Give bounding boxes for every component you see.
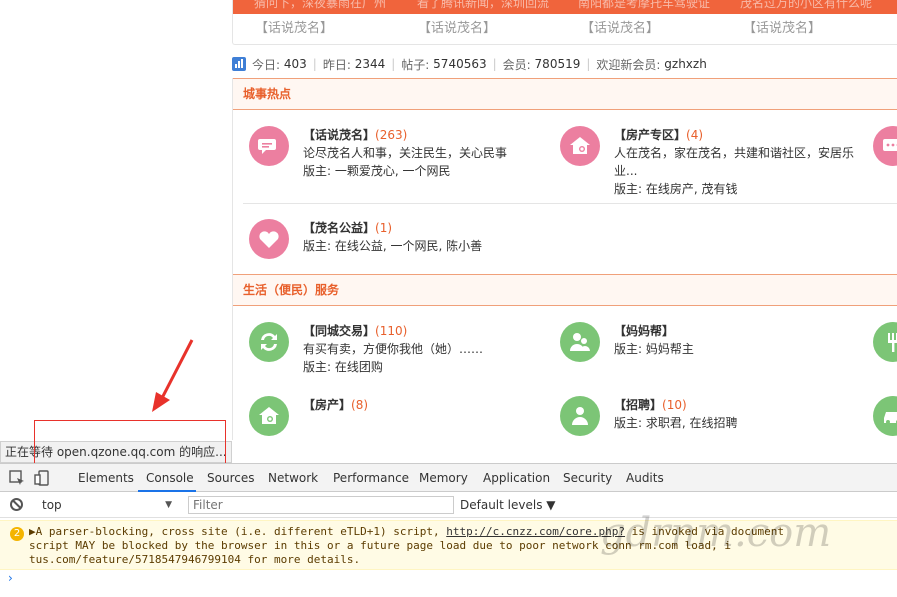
tab-security[interactable]: Security [563,471,612,485]
forum-count: (4) [686,128,704,142]
forum-name[interactable]: 【房产专区】 [614,128,686,142]
clear-console-icon[interactable] [10,498,23,511]
forum-stats: 今日: 403 | 昨日: 2344 | 帖子: 5740563 | 会员: 7… [232,56,707,72]
annotation-arrow-icon [152,339,194,412]
forum-desc: 论尽茂名人和事，关注民生，关心民事 [303,146,508,160]
tab-console[interactable]: Console [146,471,194,485]
forum-count: (1) [375,221,393,235]
newest-member-link[interactable]: gzhxzh [664,57,707,71]
section-city-hot: 城事热点 【话说茂名】(263) 论尽茂名人和事，关注民生，关心民事 版主: 一… [232,78,897,274]
tab-network[interactable]: Network [268,471,318,485]
section-life-service: 生活（便民）服务 【同城交易】(110) 有买有卖，方便你我他（她）…… 版主:… [232,274,897,440]
forum-moderators[interactable]: 版主: 妈妈帮主 [614,342,694,356]
forum-desc: 有买有卖，方便你我他（她）…… [303,342,484,356]
posts-count: 5740563 [433,57,487,71]
forum-name[interactable]: 【同城交易】 [303,324,375,338]
forum-name[interactable]: 【茂名公益】 [303,221,375,235]
yesterday-count: 2344 [354,57,386,71]
person-icon[interactable] [560,396,600,436]
posts-label: 帖子: [401,57,430,72]
house-search-icon[interactable] [249,396,289,436]
row-divider [243,203,897,204]
forum-count: (10) [662,398,687,412]
forum-count: (8) [351,398,369,412]
warning-link[interactable]: http://c.cnzz.com/core.php? [446,525,625,538]
forum-moderators[interactable]: 版主: 在线团购 [303,360,383,374]
console-filter-input[interactable] [188,496,454,514]
section-title[interactable]: 生活（便民）服务 [233,274,897,306]
thread-list-box: 【话说茂名】 【话说茂名】 【话说茂名】 【话说茂名】 [232,0,897,45]
forum-name[interactable]: 【妈妈帮】 [614,324,674,338]
log-levels-dropdown[interactable]: Default levels ▼ [460,496,556,514]
chat-more-icon[interactable] [873,126,897,166]
forum-moderators[interactable]: 版主: 在线房产, 茂有钱 [614,182,738,196]
forum-count: (110) [375,324,408,338]
tab-sources[interactable]: Sources [207,471,254,485]
tab-elements[interactable]: Elements [78,471,134,485]
device-toolbar-icon[interactable] [34,470,50,486]
bar-chart-icon [232,57,246,71]
context-value: top [42,498,62,512]
house-icon[interactable] [560,126,600,166]
heart-icon[interactable] [249,219,289,259]
warning-line[interactable]: ▶A parser-blocking, cross site (i.e. dif… [29,525,446,538]
forum-name[interactable]: 【招聘】 [614,398,662,412]
today-count: 403 [283,57,307,71]
forum-moderators[interactable]: 版主: 在线公益, 一个网民, 陈小善 [303,239,482,253]
today-label: 今日: [252,57,281,72]
chat-bubble-icon[interactable] [249,126,289,166]
tab-audits[interactable]: Audits [626,471,664,485]
tab-application[interactable]: Application [483,471,550,485]
caret-down-icon: ▼ [165,500,172,510]
warning-count-badge: 2 [10,527,24,541]
fork-icon[interactable] [873,322,897,362]
context-selector[interactable]: top ▼ [36,496,176,514]
yesterday-label: 昨日: [322,57,351,72]
forum-count: (263) [375,128,408,142]
tab-performance[interactable]: Performance [333,471,409,485]
car-icon[interactable] [873,396,897,436]
topic-tag[interactable]: 【话说茂名】 [581,17,659,36]
members-count: 780519 [534,57,581,71]
members-label: 会员: [502,57,531,72]
inspect-element-icon[interactable] [9,470,25,486]
exchange-icon[interactable] [249,322,289,362]
warning-line: script MAY be blocked by the browser in … [29,539,632,552]
console-prompt[interactable]: › [8,571,13,585]
forum-moderators[interactable]: 版主: 一颗爱茂心, 一个网民 [303,164,451,178]
forum-moderators[interactable]: 版主: 求职君, 在线招聘 [614,416,738,430]
mother-child-icon[interactable] [560,322,600,362]
topic-tag[interactable]: 【话说茂名】 [743,17,821,36]
warning-line: tus.com/feature/5718547946799104 for mor… [29,553,361,566]
tab-memory[interactable]: Memory [419,471,468,485]
topic-tag[interactable]: 【话说茂名】 [418,17,496,36]
section-title[interactable]: 城事热点 [233,78,897,110]
topic-tag[interactable]: 【话说茂名】 [255,17,333,36]
welcome-label: 欢迎新会员: [596,57,661,72]
devtools-tabbar: Elements Console Sources Network Perform… [0,464,897,492]
forum-name[interactable]: 【话说茂名】 [303,128,375,142]
watermark: gdrnm.com [600,510,832,556]
forum-name[interactable]: 【房产】 [303,398,351,412]
forum-desc: 人在茂名，家在茂名，共建和谐社区，安居乐业... [614,146,855,178]
